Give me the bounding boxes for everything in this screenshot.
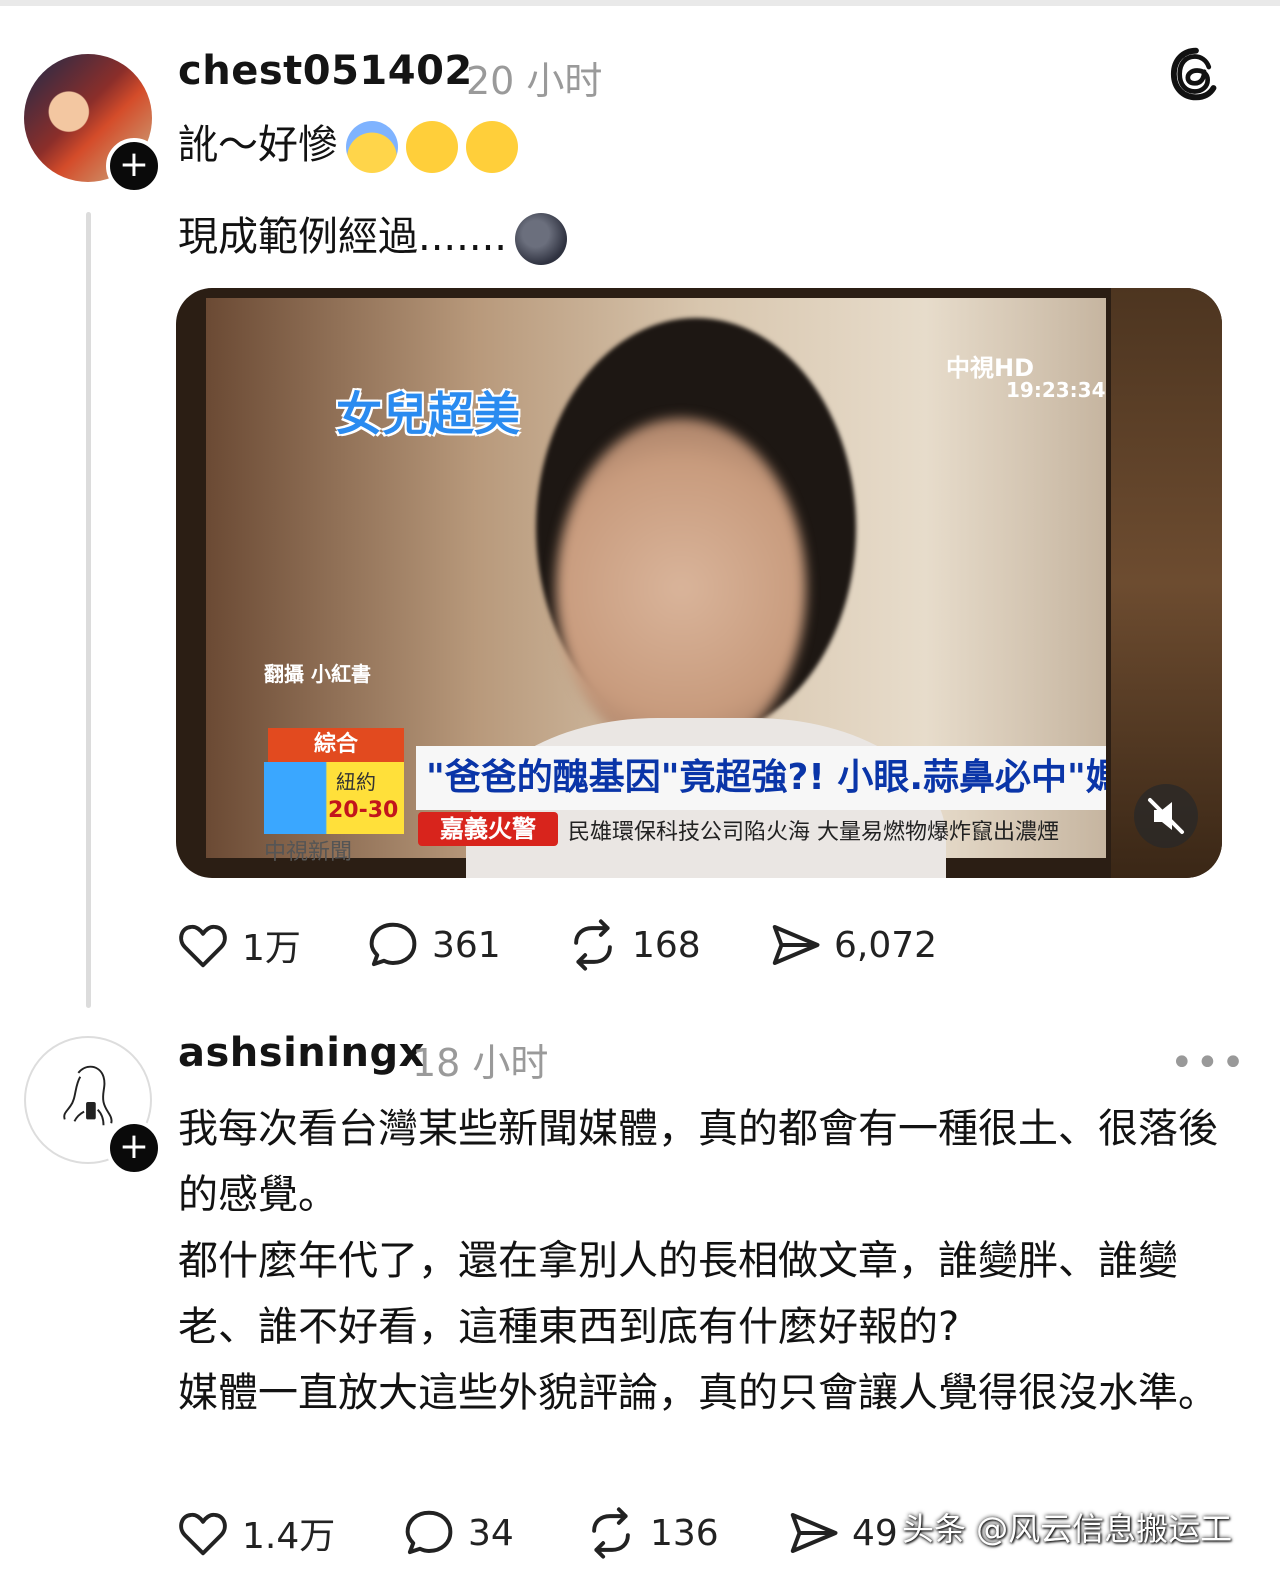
repost-count: 168: [632, 924, 701, 966]
watermark: 头条 @风云信息搬运工: [902, 1510, 1233, 1548]
reply-username[interactable]: ashsiningx: [178, 1030, 425, 1076]
follow-plus-icon[interactable]: +: [106, 1120, 162, 1176]
repost-icon: [592, 1507, 630, 1559]
reply-repost-count: 136: [650, 1512, 719, 1554]
repost-button[interactable]: 168: [566, 918, 701, 972]
source-credit: 翻攝 小紅書: [264, 662, 371, 686]
anxious-face-emoji-icon: [346, 121, 398, 173]
new-moon-face-emoji-icon: [515, 213, 568, 265]
send-icon: [790, 1513, 838, 1553]
like-count: 1万: [242, 928, 301, 969]
share-button[interactable]: 6,072: [768, 918, 937, 972]
comment-button[interactable]: 361: [366, 918, 501, 972]
comment-bubble-icon: [405, 1510, 453, 1555]
tv-screen: 女兒超美 中視HD 19:23:34 翻攝 小紅書 綜合 紐約 20-30 "爸…: [206, 298, 1106, 878]
thread-line: [86, 212, 91, 1008]
heart-icon: [179, 1512, 227, 1556]
reply-comment-button[interactable]: 34: [402, 1506, 514, 1560]
comment-count: 361: [432, 924, 501, 966]
heart-icon: [179, 924, 227, 968]
weather-box: 紐約 20-30: [264, 762, 404, 834]
comment-bubble-icon: [369, 922, 417, 967]
username[interactable]: chest051402: [178, 48, 473, 94]
reply-like-count: 1.4万: [242, 1516, 336, 1557]
weather-temp: 20-30: [328, 798, 399, 823]
like-button[interactable]: 1万: [176, 918, 301, 972]
reply-share-count: 49: [852, 1512, 898, 1554]
post-video[interactable]: 女兒超美 中視HD 19:23:34 翻攝 小紅書 綜合 紐約 20-30 "爸…: [176, 288, 1222, 878]
tv-title: 女兒超美: [336, 387, 520, 441]
send-icon: [772, 925, 820, 965]
blurred-face: [556, 418, 806, 758]
post-line-2: 現成範例經過.......: [178, 204, 568, 265]
more-dots-icon[interactable]: •••: [1170, 1040, 1247, 1086]
reply-repost-button[interactable]: 136: [584, 1506, 719, 1560]
share-count: 6,072: [834, 924, 938, 966]
reply-comment-count: 34: [468, 1512, 514, 1554]
top-divider: [0, 0, 1280, 6]
post-time: 20 小时: [466, 59, 603, 103]
category-badge: 綜合: [268, 728, 404, 762]
post-line-1-text: 訛～好慘: [178, 122, 338, 168]
post-line-2-text: 現成範例經過.......: [178, 214, 508, 260]
weather-city: 紐約: [336, 770, 376, 794]
alert-text: 民雄環保科技公司陷火海 大量易燃物爆炸竄出濃煙: [568, 820, 1059, 845]
alert-badge: 嘉義火警: [418, 812, 558, 846]
tears-of-joy-emoji-icon: [466, 121, 518, 173]
post-line-1: 訛～好慘: [178, 112, 518, 173]
news-ticker: 綜合 紐約 20-30 "爸爸的醜基因"竟超強?! 小眼.蒜鼻必中"媽再美也沒用…: [206, 728, 1106, 865]
confounded-face-emoji-icon: [406, 121, 458, 173]
reply-share-button[interactable]: 49: [786, 1506, 898, 1560]
muted-speaker-icon[interactable]: [1134, 784, 1198, 848]
reply-like-button[interactable]: 1.4万: [176, 1506, 335, 1560]
reply-text: 我每次看台灣某些新聞媒體，真的都會有一種很土、很落後的感覺。 都什麼年代了，還在…: [178, 1096, 1238, 1426]
reply-body: 我每次看台灣某些新聞媒體，真的都會有一種很土、很落後的感覺。 都什麼年代了，還在…: [178, 1106, 1218, 1416]
follow-plus-icon[interactable]: +: [106, 138, 162, 194]
news-headline: "爸爸的醜基因"竟超強?! 小眼.蒜鼻必中"媽再美也沒用"!: [416, 746, 1106, 810]
repost-icon: [574, 919, 612, 971]
station-name: 中視新聞: [264, 840, 353, 865]
channel-clock: 19:23:34: [1006, 378, 1106, 402]
reply-time: 18 小时: [412, 1041, 549, 1085]
threads-logo-icon[interactable]: [1168, 46, 1224, 102]
